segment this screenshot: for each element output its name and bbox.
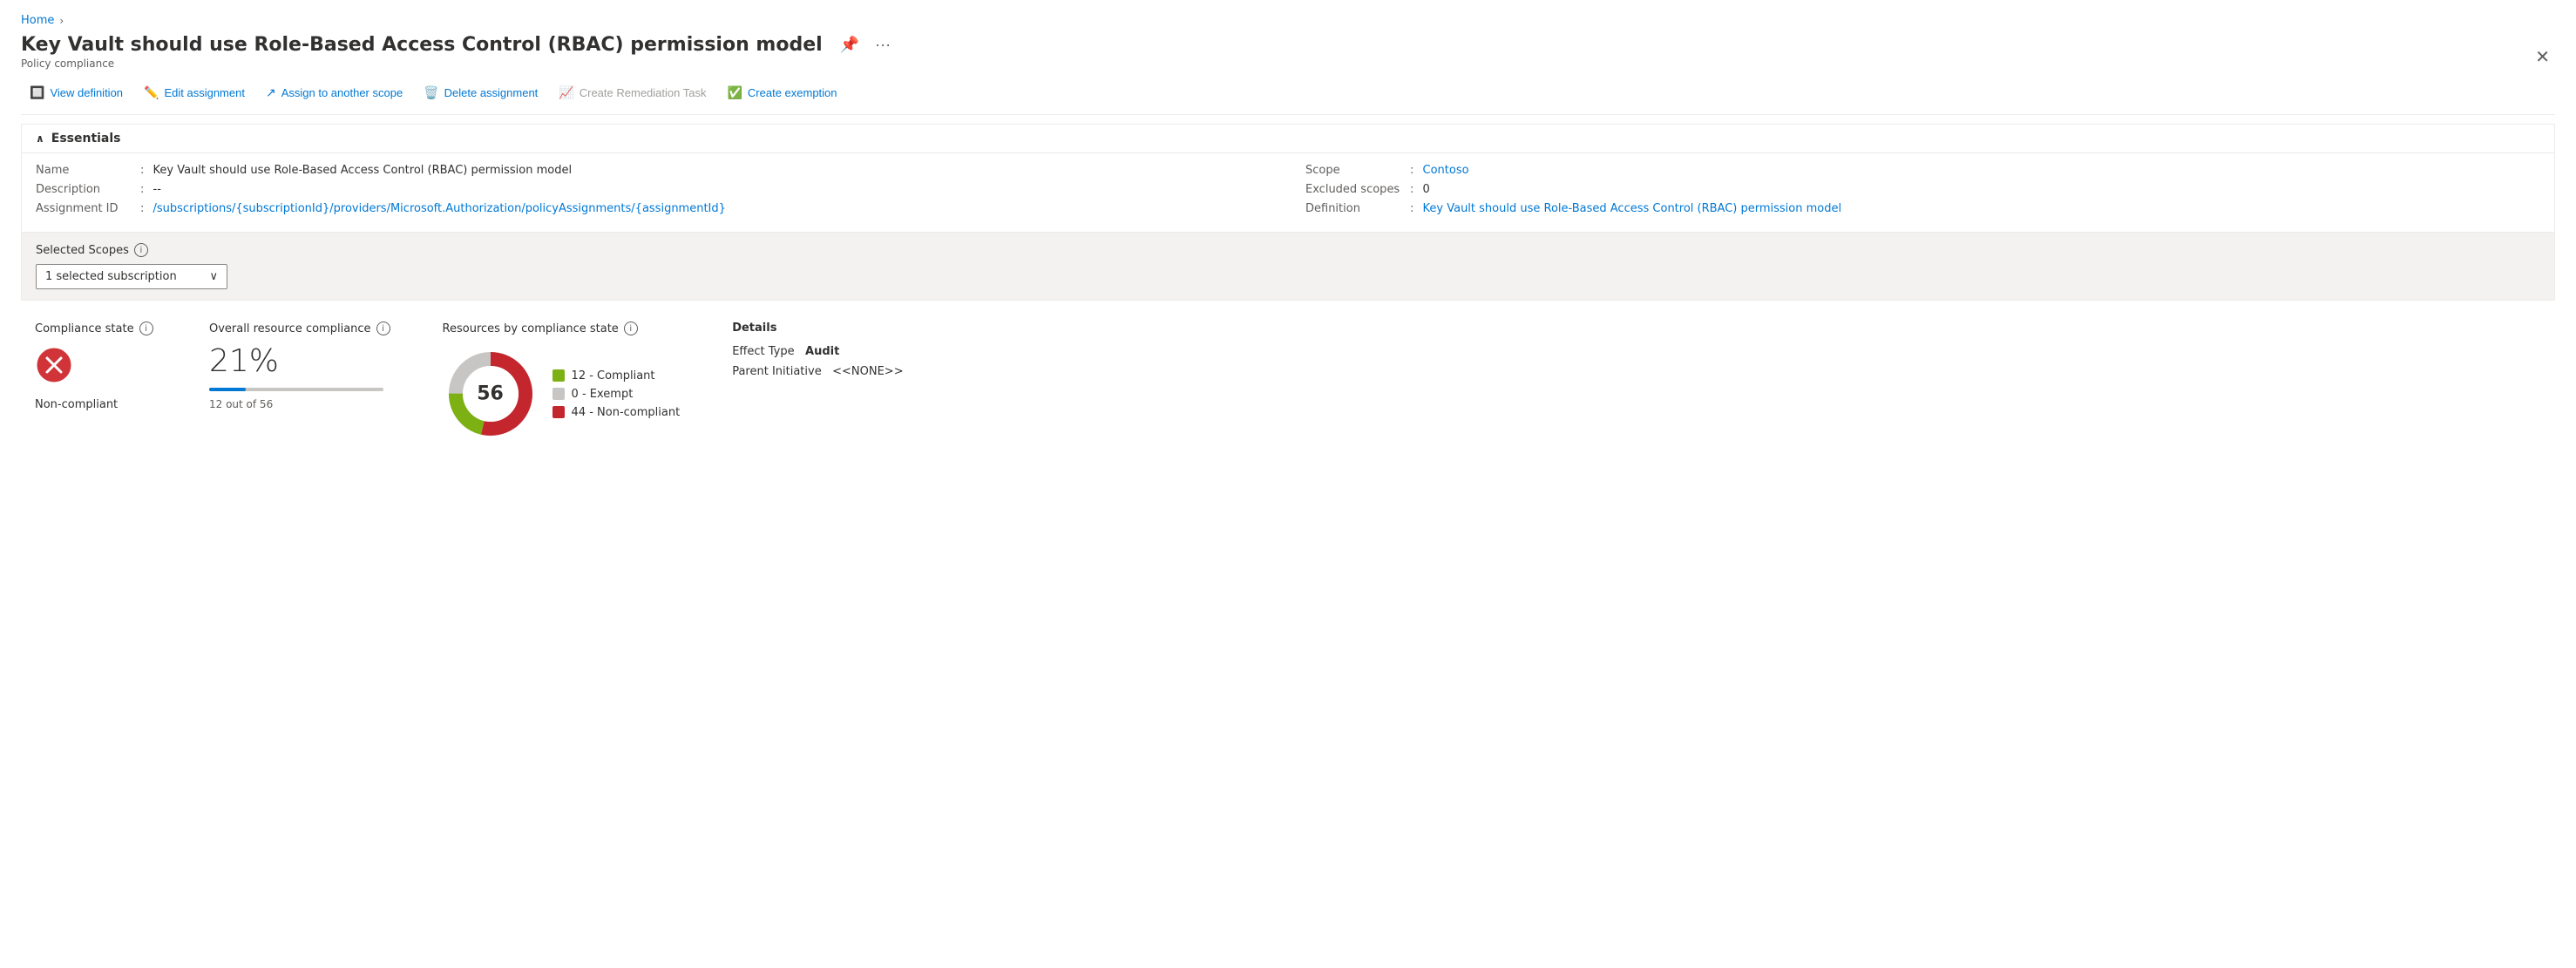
parent-initiative-label: Parent Initiative xyxy=(732,365,822,378)
view-definition-button[interactable]: 🔲 View definition xyxy=(21,80,132,105)
delete-assignment-button[interactable]: 🗑️ Delete assignment xyxy=(415,80,546,105)
breadcrumb-separator: › xyxy=(59,15,64,27)
legend-compliant-label: 12 - Compliant xyxy=(572,369,655,382)
scopes-section: Selected Scopes i 1 selected subscriptio… xyxy=(22,232,2554,300)
compliance-state-block: Compliance state i Non-compliant xyxy=(35,322,157,411)
create-remediation-task-button[interactable]: 📈 Create Remediation Task xyxy=(550,80,715,105)
overall-compliance-bar xyxy=(209,388,383,391)
resources-block: 56 12 - Compliant 0 - Exempt 44 - Non-co… xyxy=(443,346,681,442)
legend-compliant: 12 - Compliant xyxy=(552,369,681,382)
overall-compliance-block: Overall resource compliance i 21% 12 out… xyxy=(209,322,390,410)
overall-compliance-bar-fill xyxy=(209,388,246,391)
page-title: Key Vault should use Role-Based Access C… xyxy=(21,34,2530,56)
effect-type-label: Effect Type xyxy=(732,345,794,358)
assignment-id-label: Assignment ID xyxy=(36,202,140,215)
scopes-label: Selected Scopes i xyxy=(36,243,2540,257)
name-label: Name xyxy=(36,164,140,177)
edit-icon: ✏️ xyxy=(144,85,159,100)
donut-chart: 56 xyxy=(443,346,539,442)
legend-non-compliant-label: 44 - Non-compliant xyxy=(572,406,681,419)
overall-compliance-info-icon[interactable]: i xyxy=(376,322,390,335)
essentials-header[interactable]: ∧ Essentials xyxy=(22,125,2554,153)
essentials-section: ∧ Essentials Name : Key Vault should use… xyxy=(21,124,2555,301)
effect-type-row: Effect Type Audit xyxy=(732,345,906,358)
description-label: Description xyxy=(36,183,140,196)
essentials-scope-row: Scope : Contoso xyxy=(1305,164,2540,183)
essentials-chevron: ∧ xyxy=(36,132,44,145)
parent-initiative-row: Parent Initiative <<NONE>> xyxy=(732,365,906,378)
definition-label: Definition xyxy=(1305,202,1410,215)
metrics-section: Compliance state i Non-compliant Overall… xyxy=(21,301,2555,463)
essentials-body: Name : Key Vault should use Role-Based A… xyxy=(22,153,2554,232)
assignment-id-value[interactable]: /subscriptions/{subscriptionId}/provider… xyxy=(153,202,726,215)
page-subtitle: Policy compliance xyxy=(21,58,2530,70)
scope-value[interactable]: Contoso xyxy=(1423,164,1469,177)
resources-compliance-title: Resources by compliance state i xyxy=(443,322,681,335)
legend-exempt-color xyxy=(552,388,565,400)
legend-non-compliant-color xyxy=(552,406,565,418)
legend-exempt-label: 0 - Exempt xyxy=(572,388,634,401)
excluded-scopes-label: Excluded scopes xyxy=(1305,183,1410,196)
create-exemption-button[interactable]: ✅ Create exemption xyxy=(718,80,845,105)
assign-to-another-scope-button[interactable]: ↗ Assign to another scope xyxy=(257,80,411,105)
name-value: Key Vault should use Role-Based Access C… xyxy=(153,164,573,177)
essentials-excluded-scopes-row: Excluded scopes : 0 xyxy=(1305,183,2540,202)
definition-value[interactable]: Key Vault should use Role-Based Access C… xyxy=(1423,202,1842,215)
scope-dropdown[interactable]: 1 selected subscription ∨ xyxy=(36,264,227,289)
assign-scope-icon: ↗ xyxy=(266,85,276,100)
exemption-icon: ✅ xyxy=(727,85,742,100)
pin-icon[interactable]: 📌 xyxy=(837,34,863,56)
toolbar: 🔲 View definition ✏️ Edit assignment ↗ A… xyxy=(21,80,2555,115)
description-value: -- xyxy=(153,183,161,196)
parent-initiative-value: <<NONE>> xyxy=(832,365,903,378)
resources-compliance-block: Resources by compliance state i 5 xyxy=(443,322,681,442)
edit-assignment-button[interactable]: ✏️ Edit assignment xyxy=(135,80,254,105)
view-definition-icon: 🔲 xyxy=(30,85,44,100)
compliance-state-icon xyxy=(35,346,157,391)
legend-exempt: 0 - Exempt xyxy=(552,388,681,401)
remediation-icon: 📈 xyxy=(559,85,573,100)
legend-non-compliant: 44 - Non-compliant xyxy=(552,406,681,419)
compliance-state-info-icon[interactable]: i xyxy=(139,322,153,335)
overall-compliance-title: Overall resource compliance i xyxy=(209,322,390,335)
details-title: Details xyxy=(732,322,906,335)
overall-compliance-detail: 12 out of 56 xyxy=(209,398,390,410)
close-button[interactable]: ✕ xyxy=(2530,44,2555,70)
essentials-assignment-id-row: Assignment ID : /subscriptions/{subscrip… xyxy=(36,202,1271,221)
legend-compliant-color xyxy=(552,369,565,382)
compliance-state-value: Non-compliant xyxy=(35,398,157,411)
scopes-info-icon[interactable]: i xyxy=(134,243,148,257)
chevron-down-icon: ∨ xyxy=(209,270,218,283)
delete-icon: 🗑️ xyxy=(424,85,438,100)
breadcrumb-home[interactable]: Home xyxy=(21,14,54,27)
more-options-icon[interactable]: ··· xyxy=(871,34,894,56)
excluded-scopes-value: 0 xyxy=(1423,183,1430,196)
breadcrumb: Home › xyxy=(21,14,2555,27)
compliance-state-title: Compliance state i xyxy=(35,322,157,335)
legend-container: 12 - Compliant 0 - Exempt 44 - Non-compl… xyxy=(552,369,681,419)
donut-center-value: 56 xyxy=(477,383,504,405)
scope-label: Scope xyxy=(1305,164,1410,177)
effect-type-value: Audit xyxy=(805,345,839,358)
essentials-description-row: Description : -- xyxy=(36,183,1271,202)
essentials-title: Essentials xyxy=(51,132,121,146)
overall-compliance-percentage: 21% xyxy=(209,346,390,377)
details-block: Details Effect Type Audit Parent Initiat… xyxy=(732,322,906,378)
essentials-definition-row: Definition : Key Vault should use Role-B… xyxy=(1305,202,2540,221)
resources-compliance-info-icon[interactable]: i xyxy=(624,322,638,335)
scope-dropdown-value: 1 selected subscription xyxy=(45,270,177,283)
essentials-name-row: Name : Key Vault should use Role-Based A… xyxy=(36,164,1271,183)
